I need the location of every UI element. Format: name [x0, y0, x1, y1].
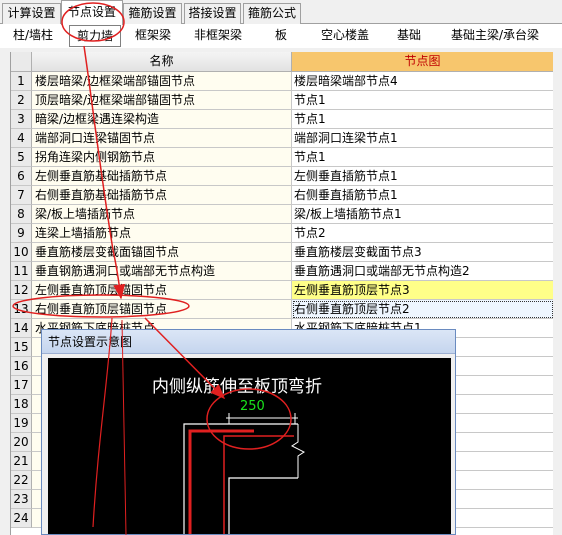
row-name-cell[interactable]: 垂直筋楼层变截面锚固节点: [32, 243, 292, 262]
row-node-cell[interactable]: 节点1: [292, 91, 553, 110]
row-number: 15: [11, 338, 32, 357]
row-node-cell[interactable]: 节点1: [292, 110, 553, 129]
row-node-cell[interactable]: 节点2: [292, 224, 553, 243]
subtab-frame-beam[interactable]: 框架梁: [127, 24, 179, 48]
subtab-foundation[interactable]: 基础: [388, 24, 430, 48]
table-row[interactable]: 11 垂直钢筋遇洞口或端部无节点构造 垂直筋遇洞口或端部无节点构造2: [11, 262, 553, 281]
inner-rebar-bent: [223, 435, 294, 534]
tab-lap-settings[interactable]: 搭接设置: [184, 3, 241, 24]
row-name-cell[interactable]: 梁/板上墙插筋节点: [32, 205, 292, 224]
subtab-column-wallcolumn[interactable]: 柱/墙柱: [4, 24, 62, 48]
row-node-cell[interactable]: 楼层暗梁端部节点4: [292, 72, 553, 91]
table-row[interactable]: 1 楼层暗梁/边框梁端部锚固节点 楼层暗梁端部节点4: [11, 72, 553, 91]
table-row[interactable]: 3 暗梁/边框梁遇连梁构造 节点1: [11, 110, 553, 129]
row-number: 12: [11, 281, 32, 300]
row-name-cell[interactable]: 顶层暗梁/边框梁端部锚固节点: [32, 91, 292, 110]
row-number: 21: [11, 452, 32, 471]
row-number: 5: [11, 148, 32, 167]
top-tab-bar: 计算设置 节点设置 箍筋设置 搭接设置 箍筋公式: [0, 0, 562, 25]
row-node-cell[interactable]: 左侧垂直筋顶层节点3: [292, 281, 553, 300]
wall-outline-inner: [228, 477, 298, 534]
tab-stirrup-settings[interactable]: 箍筋设置: [123, 3, 182, 24]
row-name-cell[interactable]: 连梁上墙插筋节点: [32, 224, 292, 243]
sub-tab-bar: 柱/墙柱 剪力墙 框架梁 非框架梁 板 空心楼盖 基础 基础主梁/承台梁: [0, 24, 562, 48]
row-name-cell[interactable]: 左侧垂直筋顶层锚固节点: [32, 281, 292, 300]
row-number: 20: [11, 433, 32, 452]
row-number-header: [11, 52, 32, 72]
name-column-header: 名称: [32, 52, 292, 72]
table-row[interactable]: 10 垂直筋楼层变截面锚固节点 垂直筋楼层变截面节点3: [11, 243, 553, 262]
row-node-cell[interactable]: 右侧垂直插筋节点1: [292, 186, 553, 205]
subtab-hollow-floor[interactable]: 空心楼盖: [313, 24, 377, 48]
subtab-shear-wall[interactable]: 剪力墙: [69, 25, 121, 47]
row-name-cell[interactable]: 右侧垂直筋基础插筋节点: [32, 186, 292, 205]
row-number: 6: [11, 167, 32, 186]
row-name-cell[interactable]: 暗梁/边框梁遇连梁构造: [32, 110, 292, 129]
row-node-cell[interactable]: 垂直筋遇洞口或端部无节点构造2: [292, 262, 553, 281]
row-number: 4: [11, 129, 32, 148]
dialog-title[interactable]: 节点设置示意图: [42, 330, 455, 354]
row-number: 11: [11, 262, 32, 281]
row-number: 13: [11, 300, 32, 319]
subtab-foundation-beam-cap[interactable]: 基础主梁/承台梁: [444, 24, 546, 48]
row-name-cell[interactable]: 拐角连梁内侧钢筋节点: [32, 148, 292, 167]
table-row[interactable]: 8 梁/板上墙插筋节点 梁/板上墙插筋节点1: [11, 205, 553, 224]
row-number: 24: [11, 509, 32, 528]
node-diagram-dialog: 节点设置示意图 内侧纵筋伸至板顶弯折 250: [41, 329, 456, 535]
row-number: 1: [11, 72, 32, 91]
row-number: 23: [11, 490, 32, 509]
row-number: 18: [11, 395, 32, 414]
row-number: 8: [11, 205, 32, 224]
break-line-symbol: [291, 424, 305, 478]
row-number: 19: [11, 414, 32, 433]
subtab-nonframe-beam[interactable]: 非框架梁: [186, 24, 250, 48]
row-node-cell[interactable]: 垂直筋楼层变截面节点3: [292, 243, 553, 262]
row-name-cell[interactable]: 右侧垂直筋顶层锚固节点: [32, 300, 292, 319]
row-name-cell[interactable]: 楼层暗梁/边框梁端部锚固节点: [32, 72, 292, 91]
node-column-header: 节点图: [292, 52, 553, 72]
row-name-cell[interactable]: 垂直钢筋遇洞口或端部无节点构造: [32, 262, 292, 281]
row-number: 7: [11, 186, 32, 205]
table-row[interactable]: 13 右侧垂直筋顶层锚固节点 右侧垂直筋顶层节点2: [11, 300, 553, 319]
outer-rebar: [188, 429, 254, 534]
row-number: 22: [11, 471, 32, 490]
node-diagram-canvas: 内侧纵筋伸至板顶弯折 250: [48, 358, 451, 534]
table-row[interactable]: 4 端部洞口连梁锚固节点 端部洞口连梁节点1: [11, 129, 553, 148]
row-node-cell[interactable]: 端部洞口连梁节点1: [292, 129, 553, 148]
row-node-cell[interactable]: 梁/板上墙插筋节点1: [292, 205, 553, 224]
row-name-cell[interactable]: 端部洞口连梁锚固节点: [32, 129, 292, 148]
table-row[interactable]: 6 左侧垂直筋基础插筋节点 左侧垂直插筋节点1: [11, 167, 553, 186]
row-number: 3: [11, 110, 32, 129]
row-number: 17: [11, 376, 32, 395]
table-row[interactable]: 12 左侧垂直筋顶层锚固节点 左侧垂直筋顶层节点3: [11, 281, 553, 300]
row-number: 14: [11, 319, 32, 338]
row-number: 16: [11, 357, 32, 376]
row-number: 10: [11, 243, 32, 262]
row-node-cell[interactable]: 右侧垂直筋顶层节点2: [292, 300, 553, 319]
table-row[interactable]: 5 拐角连梁内侧钢筋节点 节点1: [11, 148, 553, 167]
tab-calc-settings[interactable]: 计算设置: [2, 3, 61, 24]
grid-header: 名称 节点图: [11, 52, 553, 72]
table-row[interactable]: 9 连梁上墙插筋节点 节点2: [11, 224, 553, 243]
rebar-drawing: [183, 413, 305, 534]
wall-outline-outer: [183, 423, 298, 534]
table-row[interactable]: 2 顶层暗梁/边框梁端部锚固节点 节点1: [11, 91, 553, 110]
row-node-cell[interactable]: 节点1: [292, 148, 553, 167]
subtab-slab[interactable]: 板: [264, 24, 298, 48]
row-number: 2: [11, 91, 32, 110]
row-node-cell[interactable]: 左侧垂直插筋节点1: [292, 167, 553, 186]
tab-stirrup-formula[interactable]: 箍筋公式: [243, 3, 301, 24]
row-name-cell[interactable]: 左侧垂直筋基础插筋节点: [32, 167, 292, 186]
table-row[interactable]: 7 右侧垂直筋基础插筋节点 右侧垂直插筋节点1: [11, 186, 553, 205]
tab-node-settings[interactable]: 节点设置: [61, 0, 123, 25]
row-number: 9: [11, 224, 32, 243]
